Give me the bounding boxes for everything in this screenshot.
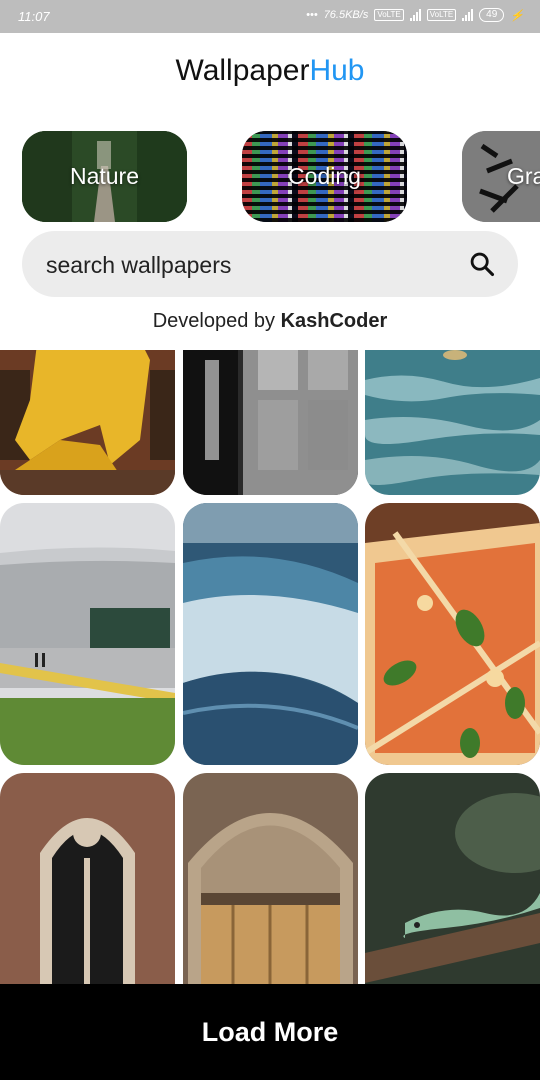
volte-badge-2: VoLTE [426, 9, 457, 21]
category-coding[interactable]: Coding [242, 131, 407, 222]
charging-icon: ⚡ [510, 9, 524, 22]
wallpaper-tile[interactable] [0, 503, 175, 765]
wallpaper-tile[interactable] [365, 503, 540, 765]
wallpaper-tile[interactable] [183, 350, 358, 495]
developer-prefix: Developed by [152, 310, 281, 332]
wallpaper-image-wave [183, 503, 358, 765]
category-label: Coding [288, 163, 361, 189]
wallpaper-image-building [0, 503, 175, 765]
search-input[interactable] [44, 231, 448, 299]
search-icon[interactable] [468, 250, 496, 278]
search-bar [22, 231, 518, 299]
load-more-button[interactable]: Load More [0, 984, 540, 1080]
wallpaper-image-bw-door [183, 350, 358, 495]
category-label: Nature [69, 163, 140, 189]
developer-name: KashCoder [280, 310, 388, 332]
notification-dots-icon: ••• [306, 9, 318, 21]
developer-credit: Developed by KashCoder [0, 310, 540, 333]
network-speed: 76.5KB/s [323, 9, 369, 21]
status-time: 11:07 [18, 9, 50, 24]
status-icons: ••• 76.5KB/s VoLTE VoLTE 49 ⚡ [306, 8, 524, 22]
category-label: Gra [507, 163, 540, 189]
wallpaper-image-pizza [365, 503, 540, 765]
app-title: WallpaperHub [0, 33, 540, 109]
wallpaper-image-gothic-window [0, 773, 175, 984]
status-bar: 11:07 ••• 76.5KB/s VoLTE VoLTE 49 ⚡ [0, 0, 540, 33]
wallpaper-tile[interactable] [0, 773, 175, 984]
app-bar: WallpaperHub [0, 33, 540, 113]
wallpaper-tile[interactable] [0, 350, 175, 495]
wallpaper-tile[interactable] [183, 773, 358, 984]
wallpaper-image-lizard [365, 773, 540, 984]
wallpaper-grid [0, 350, 540, 984]
wallpaper-image-sea [365, 350, 540, 495]
app-title-accent: Hub [309, 54, 365, 87]
category-list[interactable]: Nature Coding Gra [22, 131, 540, 223]
signal-icon [409, 9, 421, 21]
signal-icon-2 [462, 9, 474, 21]
app-title-main: Wallpaper [175, 54, 310, 87]
battery-icon: 49 [479, 8, 505, 22]
volte-badge: VoLTE [374, 9, 404, 21]
wallpaper-tile[interactable] [365, 350, 540, 495]
wallpaper-tile[interactable] [183, 503, 358, 765]
wallpaper-image-wooden-door [183, 773, 358, 984]
category-nature[interactable]: Nature [22, 131, 187, 222]
wallpaper-tile[interactable] [365, 773, 540, 984]
wallpaper-image-yellow-suit [0, 350, 175, 495]
category-graffiti[interactable]: Gra [462, 131, 540, 222]
